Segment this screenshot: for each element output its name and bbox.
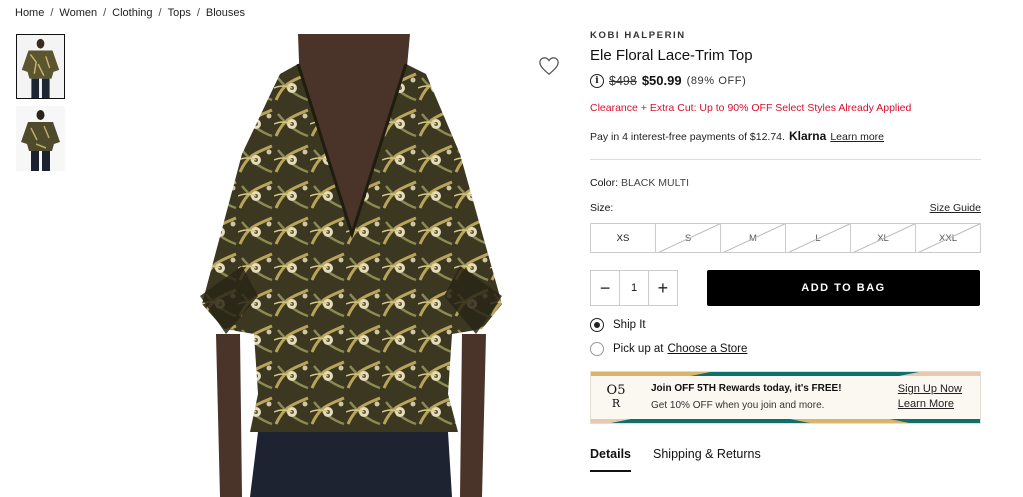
rewards-sign-up-link[interactable]: Sign Up Now (898, 383, 962, 395)
breadcrumb-separator: / (196, 7, 200, 19)
breadcrumb-clothing[interactable]: Clothing (112, 7, 152, 19)
price-row: i $498 $50.99 (89% OFF) (590, 73, 981, 88)
product-info-tabs: Details Shipping & Returns (590, 447, 981, 472)
klarna-logo: Klarna (788, 129, 827, 143)
size-option-xl[interactable]: XL (851, 224, 916, 252)
ship-it-option[interactable]: Ship It (590, 318, 981, 332)
klarna-message: Pay in 4 interest-free payments of $12.7… (590, 129, 981, 143)
divider (590, 159, 981, 160)
rewards-learn-more-link[interactable]: Learn More (898, 398, 962, 410)
breadcrumb-tops[interactable]: Tops (168, 7, 191, 19)
breadcrumb-home[interactable]: Home (15, 7, 44, 19)
rewards-logo-top: O5 (606, 383, 626, 398)
ship-it-label: Ship It (613, 319, 646, 331)
add-to-bag-button[interactable]: ADD TO BAG (707, 270, 980, 306)
thumbnail-front[interactable] (16, 34, 65, 99)
quantity-add-row: − 1 + ADD TO BAG (590, 270, 981, 306)
size-option-s[interactable]: S (656, 224, 721, 252)
discount-percent: (89% OFF) (686, 74, 747, 87)
rewards-text: Join OFF 5TH Rewards today, it's FREE! G… (651, 383, 842, 411)
tab-shipping-returns[interactable]: Shipping & Returns (653, 447, 761, 472)
rewards-links: Sign Up Now Learn More (898, 383, 962, 410)
thumbnail-list (16, 34, 66, 178)
product-details: KOBI HALPERIN Ele Floral Lace-Trim Top i… (590, 30, 981, 472)
product-title: Ele Floral Lace-Trim Top (590, 47, 753, 64)
size-option-m[interactable]: M (721, 224, 786, 252)
pickup-option[interactable]: Pick up at Choose a Store (590, 342, 981, 356)
klarna-learn-more-link[interactable]: Learn more (830, 131, 884, 143)
breadcrumb-separator: / (158, 7, 162, 19)
breadcrumb-separator: / (50, 7, 54, 19)
product-main-image (130, 34, 570, 497)
breadcrumb-women[interactable]: Women (59, 7, 97, 19)
breadcrumb-blouses[interactable]: Blouses (206, 7, 245, 19)
size-header: Size: Size Guide (590, 202, 981, 214)
heart-icon[interactable] (538, 56, 560, 76)
pickup-label: Pick up at (613, 343, 664, 355)
rewards-logo: O5 R (603, 384, 629, 410)
quantity-increase-button[interactable]: + (649, 271, 677, 305)
original-price: $498 (609, 73, 637, 88)
color-selection: Color: BLACK MULTI (590, 177, 981, 189)
size-option-xxl[interactable]: XXL (916, 224, 980, 252)
rewards-subline: Get 10% OFF when you join and more. (651, 400, 825, 411)
thumbnail-back[interactable] (16, 106, 65, 171)
color-value: BLACK MULTI (620, 177, 690, 189)
rewards-stripe-bottom (591, 419, 980, 423)
color-label: Color: (590, 177, 619, 189)
size-label: Size: (590, 202, 614, 214)
pickup-radio[interactable] (590, 342, 604, 356)
brand-name[interactable]: KOBI HALPERIN (590, 30, 981, 41)
choose-store-link[interactable]: Choose a Store (668, 343, 748, 355)
breadcrumb: Home / Women / Clothing / Tops / Blouses (15, 7, 245, 19)
promo-message: Clearance + Extra Cut: Up to 90% OFF Sel… (590, 102, 912, 114)
rewards-headline: Join OFF 5TH Rewards today, it's FREE! (651, 383, 842, 394)
sale-price: $50.99 (641, 73, 682, 88)
size-selector: XS S M L XL XXL (590, 223, 981, 253)
rewards-stripe-top (591, 372, 980, 376)
klarna-text: Pay in 4 interest-free payments of $12.7… (590, 131, 785, 143)
size-option-l[interactable]: L (786, 224, 851, 252)
rewards-banner: O5 R Join OFF 5TH Rewards today, it's FR… (590, 371, 981, 424)
breadcrumb-separator: / (103, 7, 107, 19)
quantity-input[interactable]: 1 (619, 271, 649, 305)
tab-details[interactable]: Details (590, 447, 631, 472)
ship-it-radio[interactable] (590, 318, 604, 332)
quantity-stepper: − 1 + (590, 270, 678, 306)
quantity-decrease-button[interactable]: − (591, 271, 619, 305)
rewards-logo-bottom: R (611, 397, 621, 410)
size-guide-link[interactable]: Size Guide (930, 202, 981, 214)
info-icon[interactable]: i (590, 73, 604, 88)
size-option-xs[interactable]: XS (591, 224, 656, 252)
